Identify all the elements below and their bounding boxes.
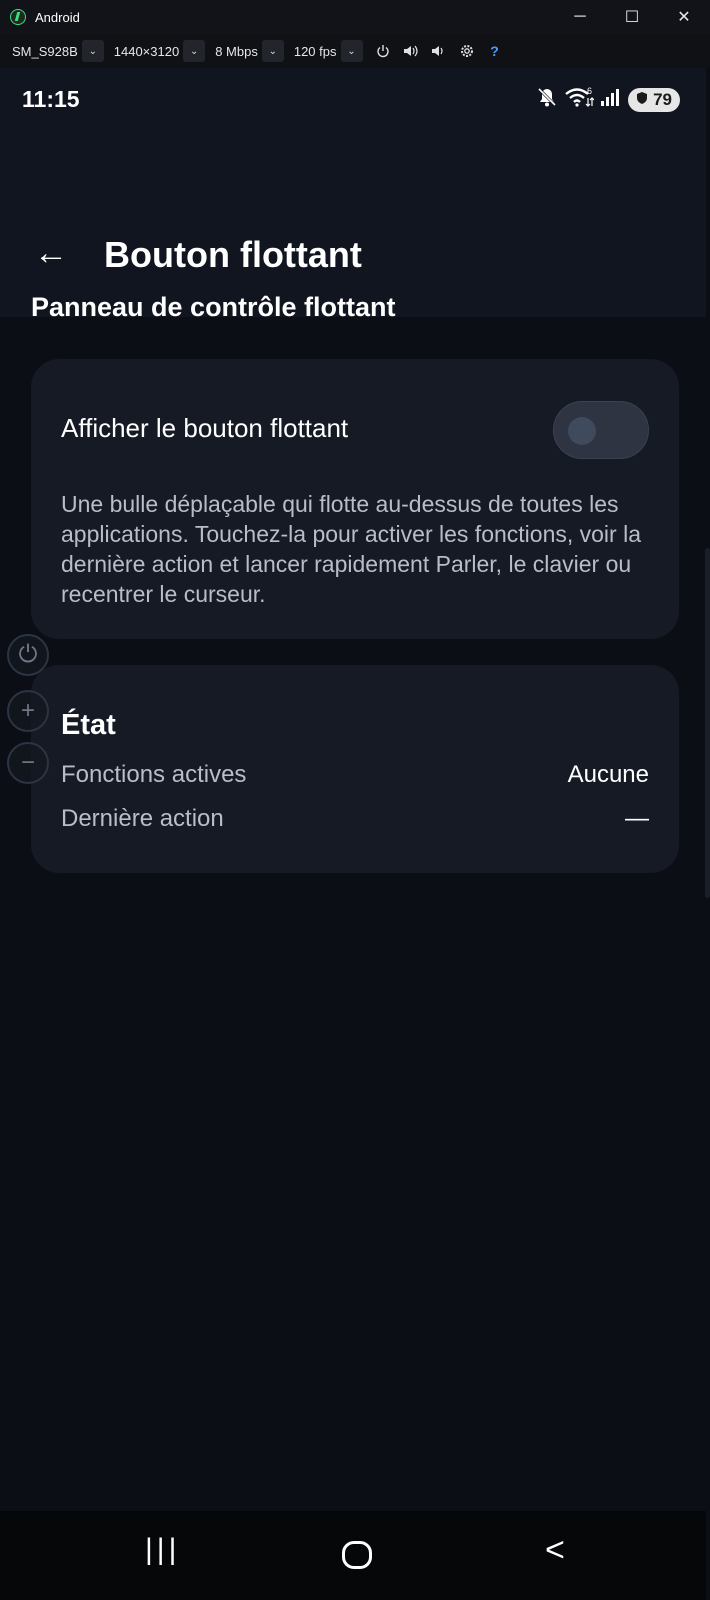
device-label: SM_S928B — [12, 43, 78, 59]
wifi-badge: 6 — [587, 86, 592, 96]
toggle-thumb — [568, 417, 596, 445]
volume-down-icon[interactable] — [425, 39, 453, 63]
state-row-active-functions: Fonctions actives Aucune — [61, 761, 649, 789]
chevron-down-icon[interactable]: ⌄ — [183, 40, 206, 62]
chevron-down-icon[interactable]: ⌄ — [81, 40, 104, 62]
bitrate-select[interactable]: 8 Mbps ⌄ — [211, 39, 284, 63]
power-icon[interactable] — [369, 39, 397, 63]
mute-icon — [536, 86, 558, 113]
volume-up-icon[interactable] — [397, 39, 425, 63]
shield-icon — [636, 91, 648, 108]
status-time: 11:15 — [22, 86, 80, 112]
side-volume-up-button[interactable]: + — [7, 690, 49, 732]
window-scroll-handle[interactable] — [705, 548, 710, 898]
status-icons: 6 79 — [530, 86, 680, 113]
signal-icon — [600, 87, 620, 112]
state-row-key: Dernière action — [61, 805, 224, 832]
state-row-last-action: Dernière action — — [61, 805, 649, 833]
back-arrow-icon[interactable]: ← — [34, 236, 68, 270]
state-title: État — [61, 709, 116, 741]
state-row-value: Aucune — [567, 761, 649, 788]
status-bar: 11:15 6 79 — [0, 68, 706, 132]
chevron-down-icon[interactable]: ⌄ — [340, 40, 363, 62]
window-controls: ─ ☐ ✕ — [554, 0, 710, 34]
bitrate-label: 8 Mbps — [215, 43, 258, 59]
help-icon[interactable]: ? — [481, 39, 509, 63]
chevron-down-icon[interactable]: ⌄ — [261, 40, 284, 62]
side-volume-down-button[interactable]: − — [7, 742, 49, 784]
device-select[interactable]: SM_S928B ⌄ — [8, 39, 104, 63]
floating-button-card: Afficher le bouton flottant Une bulle dé… — [31, 359, 679, 639]
resolution-label: 1440×3120 — [113, 43, 180, 59]
minimize-button[interactable]: ─ — [554, 0, 606, 34]
section-title: Panneau de contrôle flottant — [31, 292, 396, 322]
wifi-icon: 6 — [564, 86, 595, 113]
nav-back-button[interactable]: < — [545, 1531, 565, 1570]
maximize-button[interactable]: ☐ — [606, 0, 658, 34]
app-bar: ← Bouton flottant — [0, 132, 706, 317]
state-row-key: Fonctions actives — [61, 761, 247, 788]
scrcpy-toolbar: SM_S928B ⌄ 1440×3120 ⌄ 8 Mbps ⌄ 120 fps … — [0, 34, 710, 68]
close-button[interactable]: ✕ — [658, 0, 710, 34]
resolution-select[interactable]: 1440×3120 ⌄ — [110, 39, 206, 63]
toggle-label: Afficher le bouton flottant — [61, 413, 349, 443]
show-floating-button-toggle[interactable] — [553, 401, 649, 459]
recent-apps-button[interactable]: ||| — [145, 1533, 180, 1567]
window-titlebar: Android ─ ☐ ✕ — [0, 0, 710, 34]
navigation-bar: ||| < — [0, 1511, 706, 1600]
state-row-value: — — [625, 805, 649, 832]
home-button[interactable] — [342, 1541, 372, 1569]
phone-screen: 11:15 6 79 ← Bouton flottant Panneau de … — [0, 68, 706, 1600]
app-icon — [10, 9, 26, 25]
state-card: État Fonctions actives Aucune Dernière a… — [31, 665, 679, 873]
fps-select[interactable]: 120 fps ⌄ — [290, 39, 363, 63]
side-power-button[interactable]: ⏻ — [7, 634, 49, 676]
fps-label: 120 fps — [293, 43, 337, 59]
toggle-description: Une bulle déplaçable qui flotte au-dessu… — [61, 491, 641, 607]
battery-level: 79 — [653, 89, 672, 109]
battery-icon: 79 — [628, 87, 680, 112]
settings-icon[interactable] — [453, 39, 481, 63]
window-title: Android — [35, 9, 80, 25]
page-title: Bouton flottant — [104, 234, 362, 275]
